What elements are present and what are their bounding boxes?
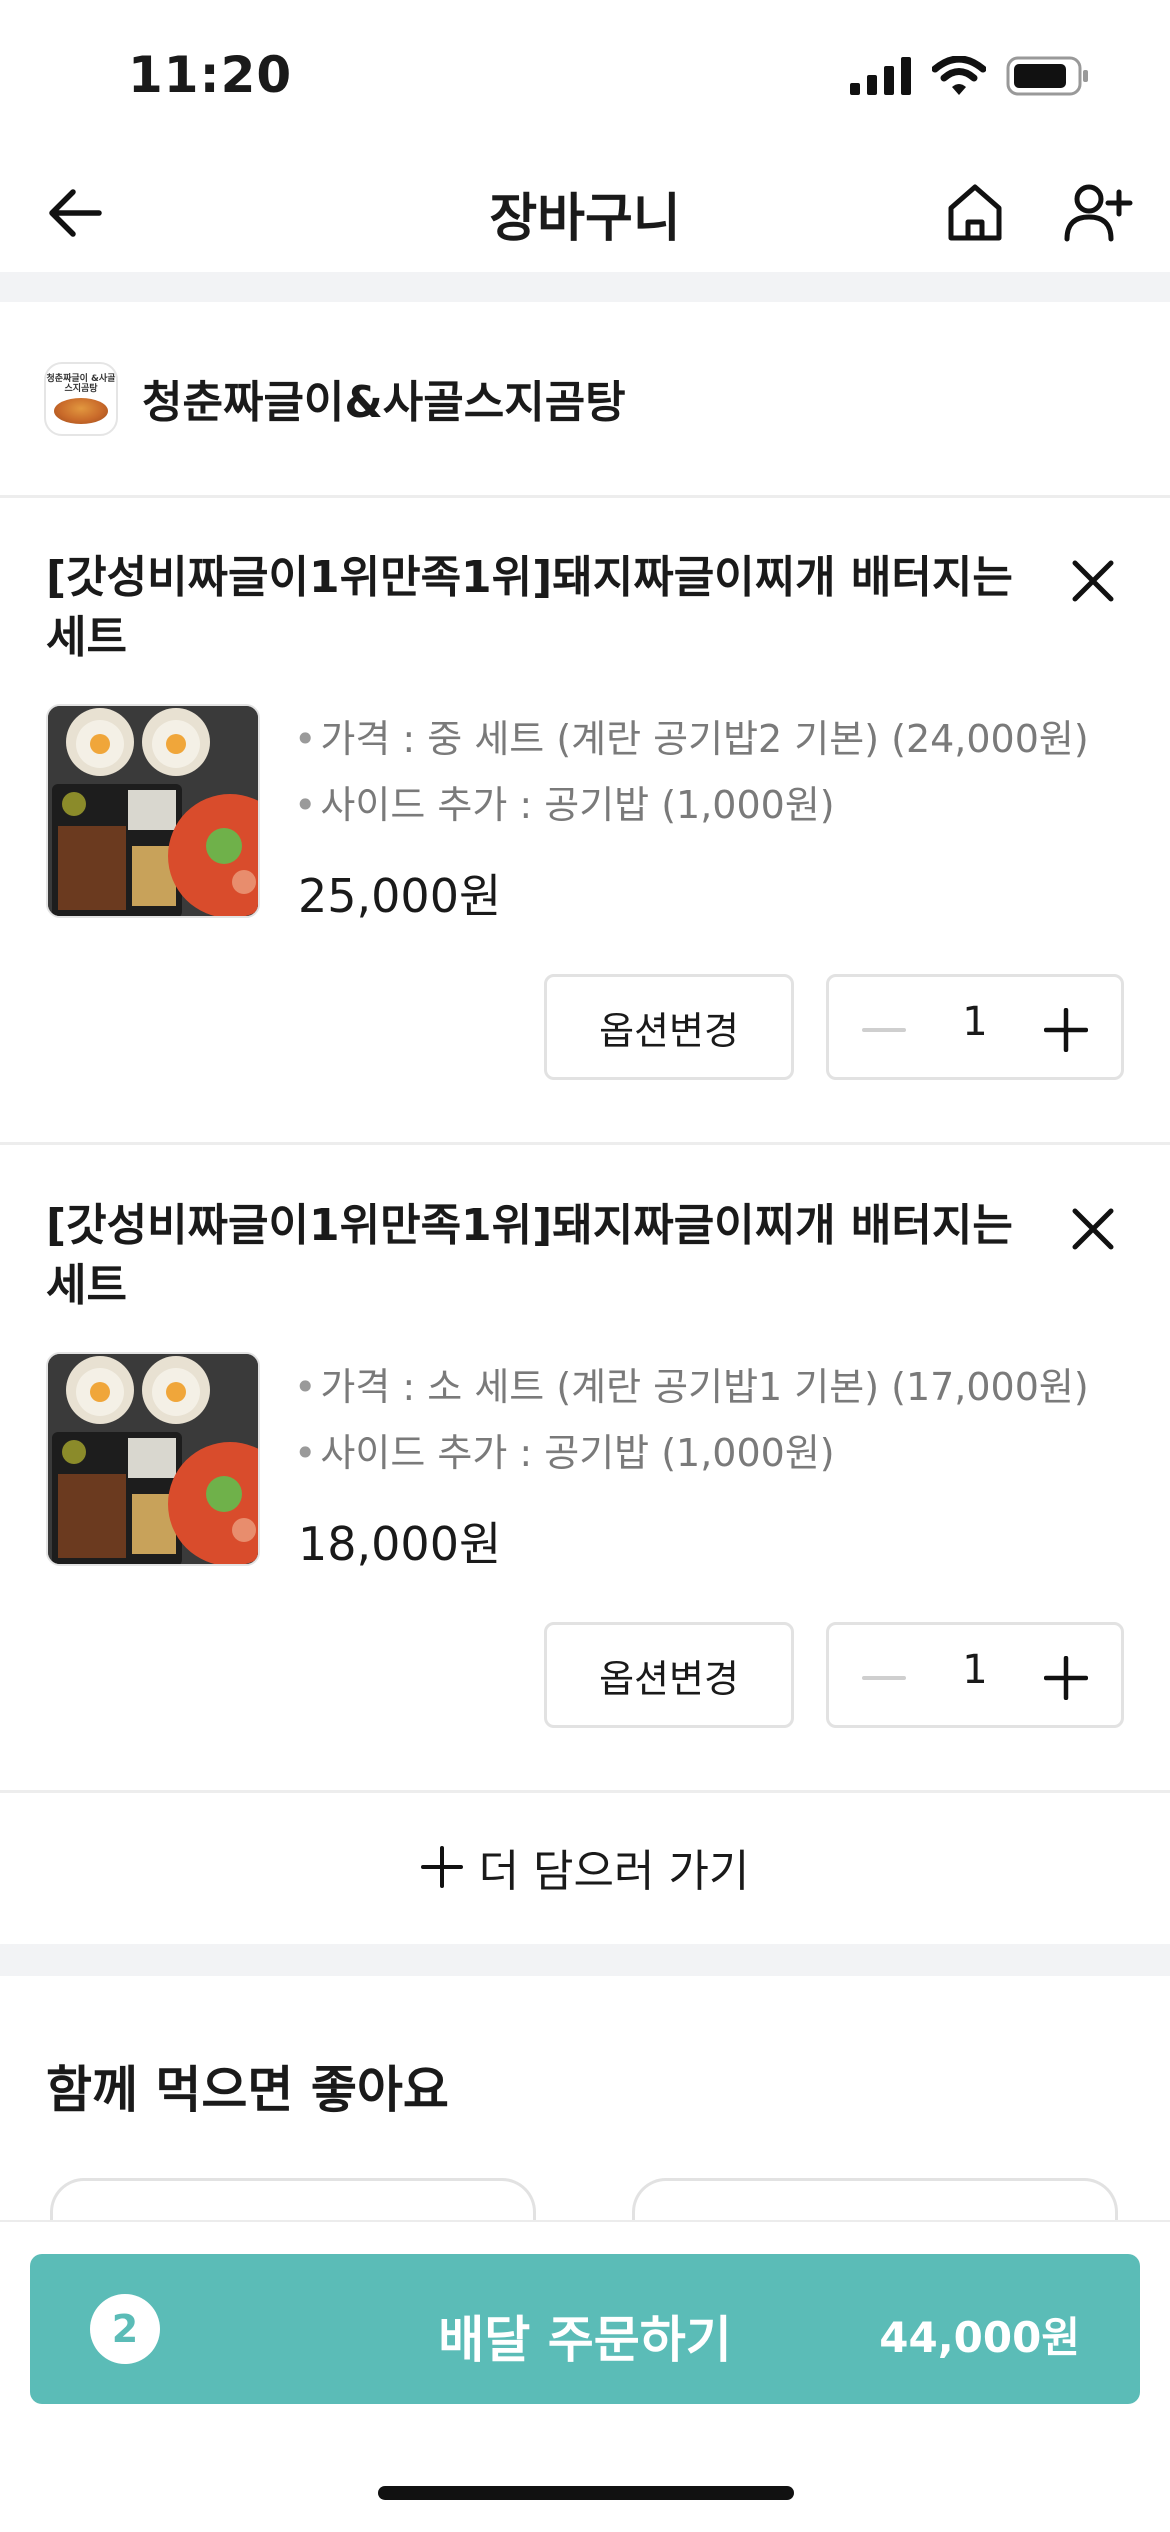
option-line: • 사이드 추가 : 공기밥 (1,000원) xyxy=(294,783,835,827)
add-more-button[interactable]: 더 담으러 가기 xyxy=(0,1792,1170,1942)
option-line: • 가격 : 중 세트 (계란 공기밥2 기본) (24,000원) xyxy=(294,717,1089,761)
item-title: [갓성비짜글이1위만족1위]돼지짜글이찌개 배터지는 세트 xyxy=(46,1200,1013,1311)
item-options: • 가격 : 중 세트 (계란 공기밥2 기본) (24,000원) • 사이드 추… xyxy=(294,706,1089,838)
option-line: • 사이드 추가 : 공기밥 (1,000원) xyxy=(294,1431,835,1475)
option-change-button[interactable]: 옵션변경 xyxy=(544,1622,794,1728)
recommend-title: 함께 먹으면 좋아요 xyxy=(46,2061,449,2119)
status-time: 11:20 xyxy=(128,46,293,104)
minus-icon xyxy=(862,1676,906,1680)
remove-item-button[interactable] xyxy=(1058,1194,1128,1264)
item-image xyxy=(46,1352,260,1566)
cart-item: [갓성비짜글이1위만족1위]돼지짜글이찌개 배터지는 세트 • 가격 : 중 세트… xyxy=(0,498,1170,1142)
item-price: 18,000원 xyxy=(298,1517,502,1571)
divider xyxy=(0,1142,1170,1145)
quantity-value: 1 xyxy=(962,1647,988,1693)
home-icon xyxy=(948,184,1002,241)
wifi-icon xyxy=(932,56,986,95)
store-header[interactable]: 청춘짜글이 &사골스지곰탕 청춘짜글이&사골스지곰탕 xyxy=(0,300,1170,495)
option-side: 사이드 추가 : 공기밥 (1,000원) xyxy=(320,783,835,827)
item-options: • 가격 : 소 세트 (계란 공기밥1 기본) (17,000원) • 사이드 추… xyxy=(294,1354,1089,1486)
home-button[interactable] xyxy=(940,174,1010,250)
cart-item: [갓성비짜글이1위만족1위]돼지짜글이찌개 배터지는 세트 • 가격 : 소 세트… xyxy=(0,1146,1170,1790)
item-price: 25,000원 xyxy=(298,869,502,923)
signal-icon xyxy=(850,57,911,95)
close-icon xyxy=(1072,560,1114,602)
status-bar: 11:20 xyxy=(0,0,1170,150)
decrease-button[interactable] xyxy=(857,1651,911,1705)
close-icon xyxy=(1072,1208,1114,1250)
order-total: 44,000원 xyxy=(879,2313,1080,2362)
option-price: 가격 : 중 세트 (계란 공기밥2 기본) (24,000원) xyxy=(320,717,1089,761)
quantity-stepper: 1 xyxy=(826,974,1124,1080)
add-user-button[interactable] xyxy=(1058,174,1138,250)
quantity-value: 1 xyxy=(962,999,988,1045)
section-gap xyxy=(0,1944,1170,1976)
decrease-button[interactable] xyxy=(857,1003,911,1057)
plus-icon xyxy=(420,1846,463,1888)
item-title: [갓성비짜글이1위만족1위]돼지짜글이찌개 배터지는 세트 xyxy=(46,552,1013,663)
plus-icon xyxy=(1044,1008,1088,1052)
home-indicator xyxy=(378,2486,794,2500)
quantity-stepper: 1 xyxy=(826,1622,1124,1728)
person-plus-icon xyxy=(1064,184,1133,242)
store-logo: 청춘짜글이 &사골스지곰탕 xyxy=(44,362,118,436)
option-line: • 가격 : 소 세트 (계란 공기밥1 기본) (17,000원) xyxy=(294,1365,1089,1409)
option-side: 사이드 추가 : 공기밥 (1,000원) xyxy=(320,1431,835,1475)
increase-button[interactable] xyxy=(1039,1651,1093,1705)
increase-button[interactable] xyxy=(1039,1003,1093,1057)
nav-bar: 장바구니 xyxy=(0,150,1170,270)
store-name: 청춘짜글이&사골스지곰탕 xyxy=(142,377,626,428)
item-image xyxy=(46,704,260,918)
option-change-button[interactable]: 옵션변경 xyxy=(544,974,794,1080)
battery-icon xyxy=(1006,56,1088,96)
remove-item-button[interactable] xyxy=(1058,546,1128,616)
store-logo-text: 청춘짜글이 &사골스지곰탕 xyxy=(46,374,116,394)
status-icons xyxy=(850,56,1090,96)
add-more-label: 더 담으러 가기 xyxy=(478,1846,750,1897)
option-price: 가격 : 소 세트 (계란 공기밥1 기본) (17,000원) xyxy=(320,1365,1089,1409)
order-button[interactable]: 2 배달 주문하기 44,000원 xyxy=(30,2254,1140,2404)
plus-icon xyxy=(1044,1656,1088,1700)
section-gap xyxy=(0,272,1170,302)
minus-icon xyxy=(862,1028,906,1032)
